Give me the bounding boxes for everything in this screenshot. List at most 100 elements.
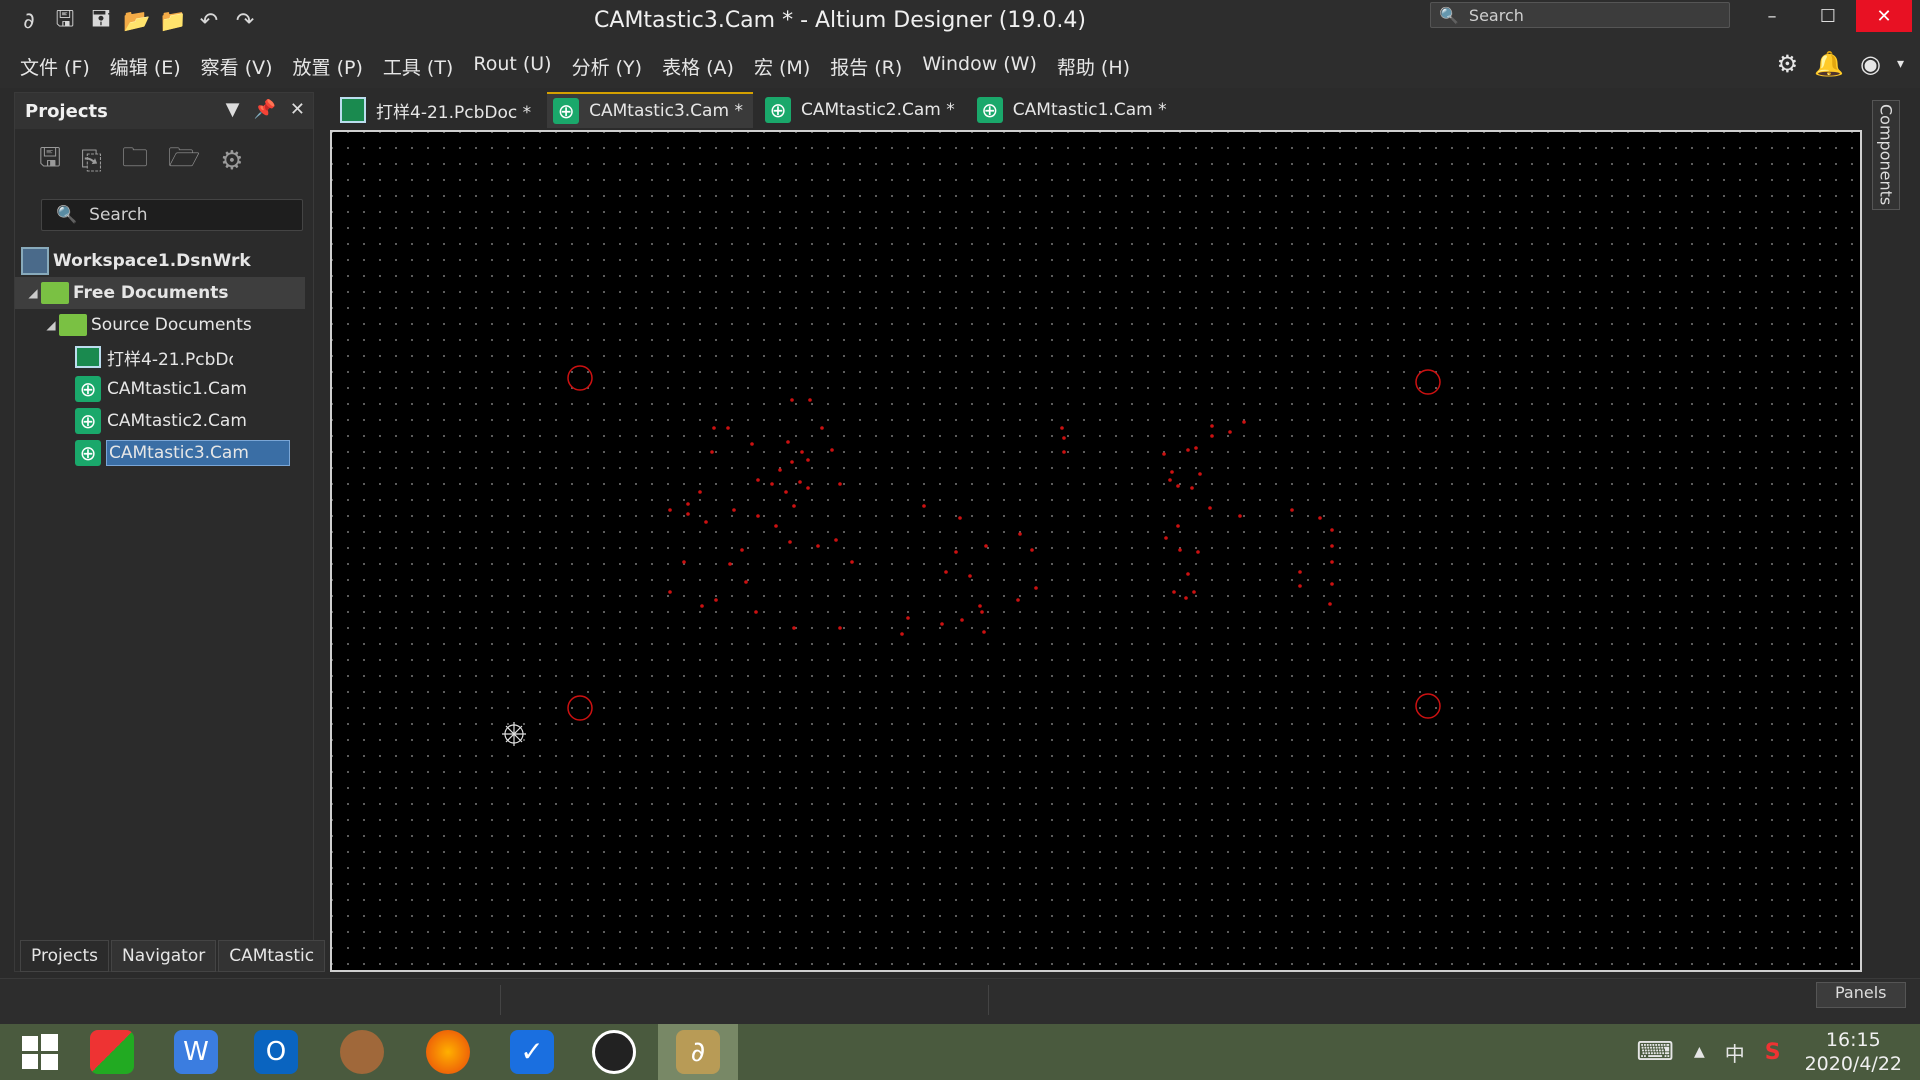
menu-help[interactable]: 帮助 (H) (1047, 53, 1140, 80)
tree-file-pcbdoc[interactable]: 打样4-21.PcbDoc (15, 341, 313, 373)
security-shield-icon[interactable]: ✓ (492, 1024, 572, 1080)
keyboard-icon[interactable]: ⌨ (1636, 1037, 1674, 1067)
menu-window[interactable]: Window (W) (912, 53, 1047, 80)
doc-tab-camtastic2[interactable]: ⊕ CAMtastic2.Cam * (758, 92, 965, 128)
firefox-icon[interactable] (408, 1024, 488, 1080)
document-tabs: 打样4-21.PcbDoc * ⊕ CAMtastic3.Cam * ⊕ CAM… (334, 92, 1177, 128)
notifications-bell-icon[interactable]: 🔔 (1814, 50, 1844, 78)
drill-hit (1186, 572, 1190, 576)
project-compile-icon[interactable]: 🗁 (168, 139, 200, 183)
panel-close-icon[interactable]: ✕ (290, 99, 305, 120)
drill-hit (982, 630, 986, 634)
drill-hit (906, 616, 910, 620)
drill-hit (1172, 590, 1176, 594)
drill-hit (750, 442, 754, 446)
tree-file-camtastic3[interactable]: ⊕ CAMtastic3.Cam (15, 437, 313, 469)
panel-pin-icon[interactable]: 📌 (253, 99, 275, 120)
drill-hit (1184, 596, 1188, 600)
wps-writer-icon[interactable]: W (156, 1024, 236, 1080)
tree-node-free-documents[interactable]: ◢ Free Documents (15, 277, 305, 309)
panel-menu-chevron-icon[interactable]: ▼ (226, 99, 240, 120)
menu-tools[interactable]: 工具 (T) (373, 53, 463, 80)
minimize-button[interactable]: – (1744, 0, 1800, 32)
drill-hit (1194, 446, 1198, 450)
tray-chevron-up-icon[interactable]: ▲ (1694, 1044, 1705, 1060)
drill-hit (954, 550, 958, 554)
sogou-ime-icon[interactable]: S (1765, 1040, 1781, 1065)
panels-button[interactable]: Panels (1816, 982, 1906, 1008)
drill-layer-drawing (502, 365, 1441, 746)
menu-reports[interactable]: 报告 (R) (820, 53, 912, 80)
tree-node-label: Free Documents (73, 283, 229, 303)
drill-hit (792, 504, 796, 508)
account-chevron-down-icon[interactable]: ▾ (1897, 56, 1904, 72)
doc-tab-pcbdoc[interactable]: 打样4-21.PcbDoc * (334, 92, 542, 128)
projects-search-input[interactable]: 🔍 Search (41, 199, 303, 231)
tree-node-label: Source Documents (91, 315, 252, 335)
tree-file-camtastic2[interactable]: ⊕ CAMtastic2.Cam (15, 405, 313, 437)
bear-app-icon[interactable] (322, 1024, 402, 1080)
global-search-box[interactable]: 🔍 Search (1430, 2, 1730, 28)
project-options-icon[interactable]: 🗀 (122, 139, 148, 183)
components-panel-tab[interactable]: Components (1872, 100, 1900, 210)
drill-hit (1034, 586, 1038, 590)
drill-hit (704, 520, 708, 524)
menu-rout[interactable]: Rout (U) (463, 53, 561, 80)
doc-tab-camtastic3[interactable]: ⊕ CAMtastic3.Cam * (547, 92, 753, 128)
tree-node-label: CAMtastic1.Cam (107, 379, 247, 399)
drill-hit (808, 398, 812, 402)
menu-file[interactable]: 文件 (F) (10, 53, 100, 80)
wps-app-icon[interactable] (72, 1024, 152, 1080)
doc-tab-camtastic1[interactable]: ⊕ CAMtastic1.Cam * (970, 92, 1177, 128)
drill-hit (1298, 570, 1302, 574)
tree-node-source-documents[interactable]: ◢ Source Documents (15, 309, 313, 341)
panel-tab-projects[interactable]: Projects (20, 940, 110, 972)
projects-panel: Projects ▼ 📌 ✕ 🖫 ⎘ 🗀 🗁 ⚙ 🔍 Search Worksp… (14, 92, 314, 972)
altium-icon[interactable]: ∂ (658, 1024, 738, 1080)
drill-hit (1210, 424, 1214, 428)
drill-hit (712, 426, 716, 430)
drill-hit (1242, 420, 1246, 424)
cam-document-icon: ⊕ (553, 98, 580, 124)
panel-settings-icon[interactable]: ⚙ (220, 146, 243, 176)
ime-indicator[interactable]: 中 (1725, 1038, 1745, 1067)
expand-triangle-icon[interactable]: ◢ (25, 286, 41, 300)
menu-analysis[interactable]: 分析 (Y) (562, 53, 652, 80)
settings-gear-icon[interactable]: ⚙ (1777, 50, 1799, 78)
save-project-icon[interactable]: 🖫 (39, 139, 61, 183)
menu-macro[interactable]: 宏 (M) (744, 53, 820, 80)
drill-hit (1318, 516, 1322, 520)
cam-editor-canvas[interactable] (330, 130, 1862, 972)
drill-hit (668, 590, 672, 594)
menu-place[interactable]: 放置 (P) (283, 53, 373, 80)
qq-icon[interactable] (574, 1024, 654, 1080)
drill-hit (978, 604, 982, 608)
drill-hit (958, 516, 962, 520)
system-clock[interactable]: 16:15 2020/4/22 (1805, 1028, 1902, 1076)
maximize-button[interactable]: ☐ (1800, 0, 1856, 32)
drill-hit (1330, 560, 1334, 564)
drill-hit (1186, 448, 1190, 452)
drill-hit (1208, 506, 1212, 510)
drill-hit (816, 544, 820, 548)
menu-view[interactable]: 察看 (V) (191, 53, 283, 80)
panel-tab-navigator[interactable]: Navigator (111, 940, 217, 972)
close-button[interactable]: ✕ (1856, 0, 1912, 32)
drill-hit (1178, 548, 1182, 552)
copy-project-icon[interactable]: ⎘ (81, 146, 102, 177)
tree-file-camtastic1[interactable]: ⊕ CAMtastic1.Cam (15, 373, 313, 405)
status-divider (988, 985, 989, 1015)
expand-triangle-icon[interactable]: ◢ (43, 318, 59, 332)
menu-edit[interactable]: 编辑 (E) (100, 53, 191, 80)
drill-hit (784, 490, 788, 494)
tree-node-workspace[interactable]: Workspace1.DsnWrk (15, 245, 313, 277)
start-icon[interactable] (0, 1024, 80, 1080)
drill-hit (726, 426, 730, 430)
mounting-hole (1415, 693, 1441, 719)
menu-tables[interactable]: 表格 (A) (652, 53, 744, 80)
panel-tab-camtastic[interactable]: CAMtastic (218, 940, 326, 972)
search-icon: 🔍 (1439, 5, 1459, 25)
drill-hit (714, 598, 718, 602)
user-account-icon[interactable]: ◉ (1860, 50, 1881, 78)
outlook-icon[interactable]: O (236, 1024, 316, 1080)
